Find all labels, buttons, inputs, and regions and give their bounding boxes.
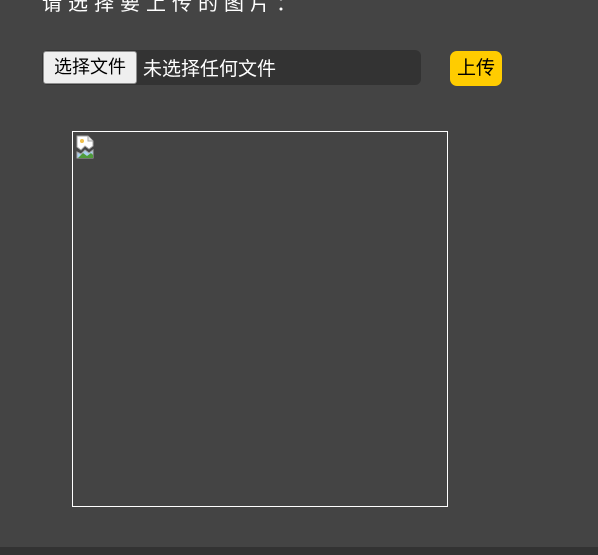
image-preview	[72, 131, 448, 507]
choose-file-button[interactable]: 选择文件	[43, 51, 137, 84]
broken-image-icon	[76, 135, 98, 159]
upload-button[interactable]: 上传	[450, 51, 502, 86]
bottom-bar	[0, 547, 598, 555]
page-heading: 请选择要上传的图片：	[42, 0, 302, 15]
file-input[interactable]: 选择文件 未选择任何文件	[42, 50, 421, 85]
file-status-text: 未选择任何文件	[143, 58, 277, 80]
